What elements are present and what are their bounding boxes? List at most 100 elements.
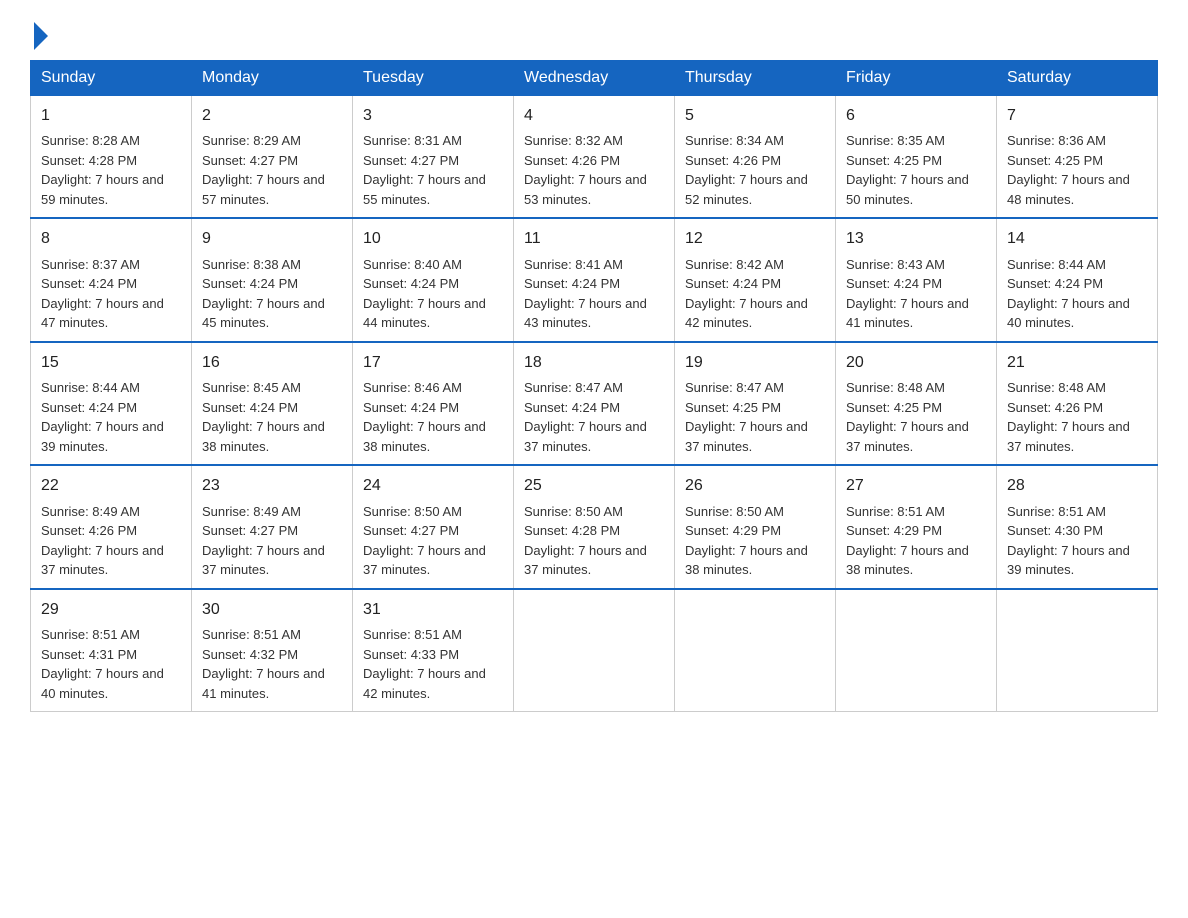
calendar-day-cell: 14 Sunrise: 8:44 AMSunset: 4:24 PMDaylig…: [997, 218, 1158, 341]
day-number: 1: [41, 104, 181, 127]
calendar-day-cell: [514, 589, 675, 712]
day-number: 21: [1007, 351, 1147, 374]
day-info: Sunrise: 8:48 AMSunset: 4:26 PMDaylight:…: [1007, 380, 1130, 454]
calendar-day-cell: [836, 589, 997, 712]
calendar-day-cell: 9 Sunrise: 8:38 AMSunset: 4:24 PMDayligh…: [192, 218, 353, 341]
calendar-week-row-1: 1 Sunrise: 8:28 AMSunset: 4:28 PMDayligh…: [31, 96, 1158, 219]
day-info: Sunrise: 8:51 AMSunset: 4:33 PMDaylight:…: [363, 627, 486, 701]
calendar-week-row-3: 15 Sunrise: 8:44 AMSunset: 4:24 PMDaylig…: [31, 342, 1158, 465]
day-number: 23: [202, 474, 342, 497]
day-number: 27: [846, 474, 986, 497]
day-number: 15: [41, 351, 181, 374]
calendar-week-row-4: 22 Sunrise: 8:49 AMSunset: 4:26 PMDaylig…: [31, 465, 1158, 588]
day-info: Sunrise: 8:47 AMSunset: 4:25 PMDaylight:…: [685, 380, 808, 454]
calendar-day-cell: 28 Sunrise: 8:51 AMSunset: 4:30 PMDaylig…: [997, 465, 1158, 588]
calendar-day-cell: 20 Sunrise: 8:48 AMSunset: 4:25 PMDaylig…: [836, 342, 997, 465]
day-number: 6: [846, 104, 986, 127]
day-info: Sunrise: 8:41 AMSunset: 4:24 PMDaylight:…: [524, 257, 647, 331]
day-number: 16: [202, 351, 342, 374]
day-number: 11: [524, 227, 664, 250]
day-number: 29: [41, 598, 181, 621]
day-number: 4: [524, 104, 664, 127]
calendar-day-cell: 17 Sunrise: 8:46 AMSunset: 4:24 PMDaylig…: [353, 342, 514, 465]
day-info: Sunrise: 8:34 AMSunset: 4:26 PMDaylight:…: [685, 133, 808, 207]
weekday-header-sunday: Sunday: [31, 61, 192, 96]
calendar-day-cell: 27 Sunrise: 8:51 AMSunset: 4:29 PMDaylig…: [836, 465, 997, 588]
day-number: 19: [685, 351, 825, 374]
calendar-day-cell: 8 Sunrise: 8:37 AMSunset: 4:24 PMDayligh…: [31, 218, 192, 341]
calendar-day-cell: 3 Sunrise: 8:31 AMSunset: 4:27 PMDayligh…: [353, 96, 514, 219]
day-info: Sunrise: 8:50 AMSunset: 4:29 PMDaylight:…: [685, 504, 808, 578]
day-number: 2: [202, 104, 342, 127]
calendar-day-cell: 13 Sunrise: 8:43 AMSunset: 4:24 PMDaylig…: [836, 218, 997, 341]
logo: [30, 20, 48, 50]
day-number: 18: [524, 351, 664, 374]
calendar-day-cell: 24 Sunrise: 8:50 AMSunset: 4:27 PMDaylig…: [353, 465, 514, 588]
day-info: Sunrise: 8:50 AMSunset: 4:27 PMDaylight:…: [363, 504, 486, 578]
calendar-day-cell: 1 Sunrise: 8:28 AMSunset: 4:28 PMDayligh…: [31, 96, 192, 219]
day-info: Sunrise: 8:47 AMSunset: 4:24 PMDaylight:…: [524, 380, 647, 454]
calendar-day-cell: [997, 589, 1158, 712]
weekday-header-monday: Monday: [192, 61, 353, 96]
weekday-header-row: SundayMondayTuesdayWednesdayThursdayFrid…: [31, 61, 1158, 96]
calendar-day-cell: 6 Sunrise: 8:35 AMSunset: 4:25 PMDayligh…: [836, 96, 997, 219]
calendar-table: SundayMondayTuesdayWednesdayThursdayFrid…: [30, 60, 1158, 712]
day-number: 31: [363, 598, 503, 621]
day-info: Sunrise: 8:49 AMSunset: 4:26 PMDaylight:…: [41, 504, 164, 578]
day-info: Sunrise: 8:49 AMSunset: 4:27 PMDaylight:…: [202, 504, 325, 578]
day-info: Sunrise: 8:40 AMSunset: 4:24 PMDaylight:…: [363, 257, 486, 331]
page-header: [30, 20, 1158, 50]
day-info: Sunrise: 8:51 AMSunset: 4:31 PMDaylight:…: [41, 627, 164, 701]
day-info: Sunrise: 8:48 AMSunset: 4:25 PMDaylight:…: [846, 380, 969, 454]
calendar-day-cell: 31 Sunrise: 8:51 AMSunset: 4:33 PMDaylig…: [353, 589, 514, 712]
day-number: 3: [363, 104, 503, 127]
day-info: Sunrise: 8:44 AMSunset: 4:24 PMDaylight:…: [41, 380, 164, 454]
weekday-header-friday: Friday: [836, 61, 997, 96]
day-number: 17: [363, 351, 503, 374]
day-info: Sunrise: 8:46 AMSunset: 4:24 PMDaylight:…: [363, 380, 486, 454]
calendar-day-cell: 23 Sunrise: 8:49 AMSunset: 4:27 PMDaylig…: [192, 465, 353, 588]
calendar-day-cell: 30 Sunrise: 8:51 AMSunset: 4:32 PMDaylig…: [192, 589, 353, 712]
calendar-day-cell: 15 Sunrise: 8:44 AMSunset: 4:24 PMDaylig…: [31, 342, 192, 465]
day-info: Sunrise: 8:32 AMSunset: 4:26 PMDaylight:…: [524, 133, 647, 207]
day-info: Sunrise: 8:51 AMSunset: 4:32 PMDaylight:…: [202, 627, 325, 701]
calendar-day-cell: 4 Sunrise: 8:32 AMSunset: 4:26 PMDayligh…: [514, 96, 675, 219]
calendar-day-cell: 21 Sunrise: 8:48 AMSunset: 4:26 PMDaylig…: [997, 342, 1158, 465]
day-info: Sunrise: 8:28 AMSunset: 4:28 PMDaylight:…: [41, 133, 164, 207]
calendar-day-cell: 7 Sunrise: 8:36 AMSunset: 4:25 PMDayligh…: [997, 96, 1158, 219]
day-number: 5: [685, 104, 825, 127]
day-info: Sunrise: 8:35 AMSunset: 4:25 PMDaylight:…: [846, 133, 969, 207]
day-number: 13: [846, 227, 986, 250]
day-number: 10: [363, 227, 503, 250]
calendar-day-cell: 16 Sunrise: 8:45 AMSunset: 4:24 PMDaylig…: [192, 342, 353, 465]
day-number: 20: [846, 351, 986, 374]
weekday-header-thursday: Thursday: [675, 61, 836, 96]
day-info: Sunrise: 8:29 AMSunset: 4:27 PMDaylight:…: [202, 133, 325, 207]
weekday-header-wednesday: Wednesday: [514, 61, 675, 96]
calendar-week-row-5: 29 Sunrise: 8:51 AMSunset: 4:31 PMDaylig…: [31, 589, 1158, 712]
day-info: Sunrise: 8:42 AMSunset: 4:24 PMDaylight:…: [685, 257, 808, 331]
calendar-day-cell: 29 Sunrise: 8:51 AMSunset: 4:31 PMDaylig…: [31, 589, 192, 712]
calendar-day-cell: 18 Sunrise: 8:47 AMSunset: 4:24 PMDaylig…: [514, 342, 675, 465]
calendar-day-cell: 12 Sunrise: 8:42 AMSunset: 4:24 PMDaylig…: [675, 218, 836, 341]
weekday-header-tuesday: Tuesday: [353, 61, 514, 96]
calendar-day-cell: 11 Sunrise: 8:41 AMSunset: 4:24 PMDaylig…: [514, 218, 675, 341]
day-number: 28: [1007, 474, 1147, 497]
day-info: Sunrise: 8:50 AMSunset: 4:28 PMDaylight:…: [524, 504, 647, 578]
day-info: Sunrise: 8:51 AMSunset: 4:30 PMDaylight:…: [1007, 504, 1130, 578]
day-number: 24: [363, 474, 503, 497]
calendar-day-cell: [675, 589, 836, 712]
day-info: Sunrise: 8:31 AMSunset: 4:27 PMDaylight:…: [363, 133, 486, 207]
day-number: 30: [202, 598, 342, 621]
day-number: 22: [41, 474, 181, 497]
day-number: 9: [202, 227, 342, 250]
calendar-day-cell: 22 Sunrise: 8:49 AMSunset: 4:26 PMDaylig…: [31, 465, 192, 588]
day-info: Sunrise: 8:44 AMSunset: 4:24 PMDaylight:…: [1007, 257, 1130, 331]
day-number: 8: [41, 227, 181, 250]
day-number: 26: [685, 474, 825, 497]
calendar-day-cell: 10 Sunrise: 8:40 AMSunset: 4:24 PMDaylig…: [353, 218, 514, 341]
logo-arrow-icon: [34, 22, 48, 50]
calendar-day-cell: 19 Sunrise: 8:47 AMSunset: 4:25 PMDaylig…: [675, 342, 836, 465]
day-info: Sunrise: 8:37 AMSunset: 4:24 PMDaylight:…: [41, 257, 164, 331]
calendar-day-cell: 2 Sunrise: 8:29 AMSunset: 4:27 PMDayligh…: [192, 96, 353, 219]
